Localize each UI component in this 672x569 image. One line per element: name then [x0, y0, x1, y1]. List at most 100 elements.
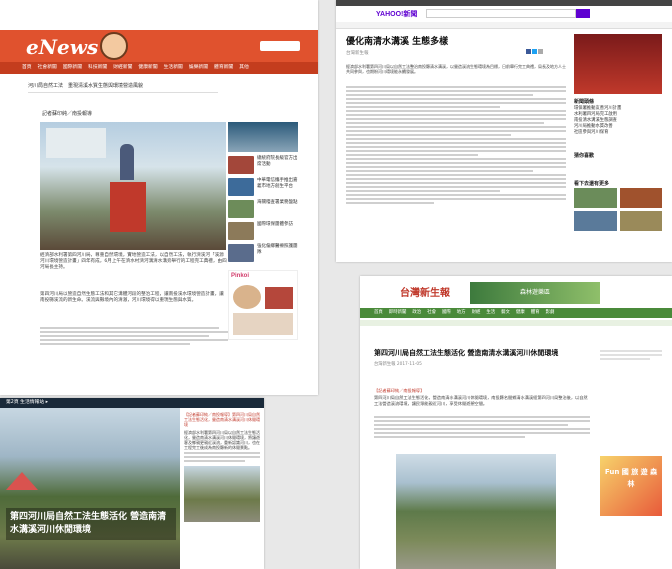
nav-item[interactable]: 健康新聞 — [138, 62, 157, 74]
life-photo: 第四河川局自然工法生態活化 營造南清水溝溪河川休閒環境 — [0, 408, 180, 569]
nav-item[interactable]: 娛樂新聞 — [189, 62, 208, 74]
right-heading: 猜你喜歡 — [574, 153, 595, 159]
life-text-column: 【記者蘇印純／南投報導】第四河川局自然工法生態活化，營造南清水溝溪河川休閒環境 … — [184, 412, 260, 522]
article-body-lines — [346, 84, 566, 206]
source-label: 台灣新生報 — [346, 51, 369, 56]
nav-item[interactable]: 首頁 — [374, 308, 383, 318]
right-list-item[interactable]: 社區參與河川保育 — [574, 130, 662, 136]
nav-item[interactable]: 首頁 — [22, 62, 32, 74]
nav-item[interactable]: 國際 — [442, 308, 451, 318]
recommend-grid — [574, 188, 662, 231]
recommend-thumb[interactable] — [574, 211, 617, 231]
right-column-lines — [600, 348, 662, 362]
mail-icon[interactable] — [538, 49, 543, 54]
speaker-figure — [120, 144, 134, 180]
life-side-photo — [184, 466, 260, 522]
enews-header: eNews — [0, 30, 318, 62]
taiwan-body-lines — [374, 414, 590, 440]
nav-item[interactable]: 健康 — [516, 308, 525, 318]
enews-nav: 首頁 社會新聞 國際新聞 科技新聞 財經新聞 健康新聞 生活新聞 娛樂新聞 體育新聞 其他 — [0, 62, 318, 74]
nav-item[interactable]: 政治 — [412, 308, 421, 318]
sidebar-item-label: 海關稽查署業務盤點 — [257, 200, 298, 205]
search-input[interactable] — [426, 9, 576, 18]
facebook-icon[interactable] — [526, 49, 531, 54]
search-button[interactable] — [576, 9, 590, 18]
reporter-line: 記者蘇印純／南投報導 — [42, 111, 93, 117]
sidebar-item[interactable]: 海關稽查署業務盤點 — [228, 200, 298, 218]
life-headline: 第四河川局自然工法生態活化 營造南清水溝溪河川休閒環境 — [10, 512, 167, 535]
nav-item[interactable]: 國際新聞 — [63, 62, 82, 74]
sidebar-item[interactable]: 總統府院長級官方出席活動 — [228, 156, 298, 174]
headline-block: 第四河川局自然工法生態活化 營造南清水溝溪河川休閒環境 台灣新生報 2017-1… — [374, 348, 590, 367]
article-paragraph: 第四河川局以營造自然生態工法和其它溝體河段的整治工程，讓南投溪水環境營造計畫，讓… — [40, 292, 224, 304]
recommend-thumb[interactable] — [619, 188, 662, 208]
life-page: 第2頁 生活情報站 ▸ 第四河川局自然工法生態活化 營造南清水溝溪河川休閒環境 … — [0, 398, 264, 569]
taiwan-banner[interactable]: 森林遊樂區 — [470, 282, 600, 304]
sidebar-item[interactable]: 中華電信攜手推出嘉義市地方創生平台 — [228, 178, 298, 196]
ad-image — [265, 287, 293, 309]
nav-item[interactable]: 藝文 — [501, 308, 510, 318]
taiwan-headline: 第四河川局自然工法生態活化 營造南清水溝溪河川休閒環境 — [374, 349, 559, 357]
yahoo-logo[interactable]: YAHOO!新聞 — [376, 9, 417, 19]
taiwan-nav: 首頁 即時新聞 政治 社會 國際 地方 財經 生活 藝文 健康 體育 影劇 — [360, 308, 672, 318]
right-ad[interactable] — [574, 34, 662, 94]
recommend-thumb[interactable] — [619, 211, 662, 231]
yahoo-topbar — [336, 0, 672, 6]
nav-item[interactable]: 科技新聞 — [88, 62, 107, 74]
sidebar-feature-photo[interactable] — [228, 122, 298, 152]
nav-item[interactable]: 體育 — [531, 308, 540, 318]
article-paragraph: 經濟部水利署第四河川局，尊重自然環境，實地營造工法，以自然工法，執行濟溪河「溪源… — [40, 253, 227, 271]
taiwan-body: 第四河川局自然工法生態活化，營造南清水溝溪河川休閒環境，南投縣名間鄉清水溝溪經第… — [374, 395, 588, 406]
nav-item[interactable]: 財經 — [472, 308, 481, 318]
nav-item[interactable]: 社會 — [427, 308, 436, 318]
nav-item[interactable]: 社會新聞 — [38, 62, 57, 74]
subnav-bar — [360, 320, 672, 326]
nav-item[interactable]: 財經新聞 — [113, 62, 132, 74]
right-heading: 看下去還有更多 — [574, 181, 610, 187]
sidebar-item-label: 強化偏鄉醫療照護團隊 — [257, 244, 298, 255]
pinkoi-ad[interactable]: Pinkoi — [228, 270, 298, 340]
sidebar-item[interactable]: 國際環保團體參訪 — [228, 222, 298, 240]
pinkoi-logo: Pinkoi — [231, 273, 250, 279]
sidebar-item-label: 總統府院長級官方出席活動 — [257, 156, 298, 167]
article-paragraph-lines — [40, 325, 228, 347]
sidebar-item-label: 中華電信攜手推出嘉義市地方創生平台 — [257, 178, 298, 189]
taiwan-logo[interactable]: 台灣新生報 — [400, 284, 450, 299]
headline-overlay: 第四河川局自然工法生態活化 營造南清水溝溪河川休閒環境 — [6, 508, 176, 540]
article-title: 優化南清水溝溪 生態多樣 — [346, 37, 449, 47]
nav-item[interactable]: 生活新聞 — [164, 62, 183, 74]
life-caption: 【記者蘇印純／南投報導】第四河川局自然工法生態活化，營造南清水溝溪河川休閒環境 — [184, 412, 260, 427]
right-list: 環保署推動友善河川計畫 水利署四河局完工啟用 南投清水溝溪生態調查 河川局推動水… — [574, 106, 662, 136]
mascot-illustration — [100, 32, 128, 60]
nav-item[interactable]: 地方 — [457, 308, 466, 318]
ad-image — [233, 313, 293, 335]
recommend-thumb[interactable] — [574, 188, 617, 208]
share-buttons — [526, 49, 543, 56]
tent-shape — [6, 472, 38, 490]
life-topbar: 第2頁 生活情報站 ▸ — [0, 398, 264, 408]
breadcrumb: 河川局自然工法 重現清溪水質生態與環境營造風貌 — [28, 83, 144, 89]
sidebar-item[interactable]: 強化偏鄉醫療照護團隊 — [228, 244, 298, 262]
enews-logo[interactable]: eNews — [26, 35, 98, 59]
sidebar-item-label: 國際環保團體參訪 — [257, 222, 293, 227]
search-input[interactable] — [260, 41, 300, 51]
taiwan-lead: 【記者蘇印純／南投報導】 — [374, 388, 425, 393]
right-heading: 新聞頭條 — [574, 99, 595, 105]
backdrop-banner — [46, 128, 106, 158]
nav-item[interactable]: 影劇 — [546, 308, 555, 318]
fun-ad[interactable]: Fun 國 旅 遊 森 林 — [600, 456, 662, 516]
nav-item[interactable]: 生活 — [486, 308, 495, 318]
enews-page: eNews 首頁 社會新聞 國際新聞 科技新聞 財經新聞 健康新聞 生活新聞 娛樂新聞 體育新聞… — [0, 0, 318, 395]
ad-image — [233, 285, 261, 309]
podium — [110, 182, 146, 232]
article-photo — [40, 122, 226, 250]
breadcrumb-divider — [28, 92, 218, 93]
yahoo-page: YAHOO!新聞 優化南清水溝溪 生態多樣 台灣新生報 經濟部水利署第四河川局以… — [336, 0, 672, 262]
taiwan-photo — [396, 454, 556, 569]
nav-item[interactable]: 即時新聞 — [389, 308, 407, 318]
life-body: 經濟部水利署第四河川局以自然工法生態活化，營造南清水溝溪河川休閒環境，將讓遊客及… — [184, 430, 260, 450]
nav-item[interactable]: 體育新聞 — [214, 62, 233, 74]
nav-item[interactable]: 其他 — [239, 62, 249, 74]
taiwan-meta: 台灣新生報 2017-11-05 — [374, 362, 422, 367]
twitter-icon[interactable] — [532, 49, 537, 54]
